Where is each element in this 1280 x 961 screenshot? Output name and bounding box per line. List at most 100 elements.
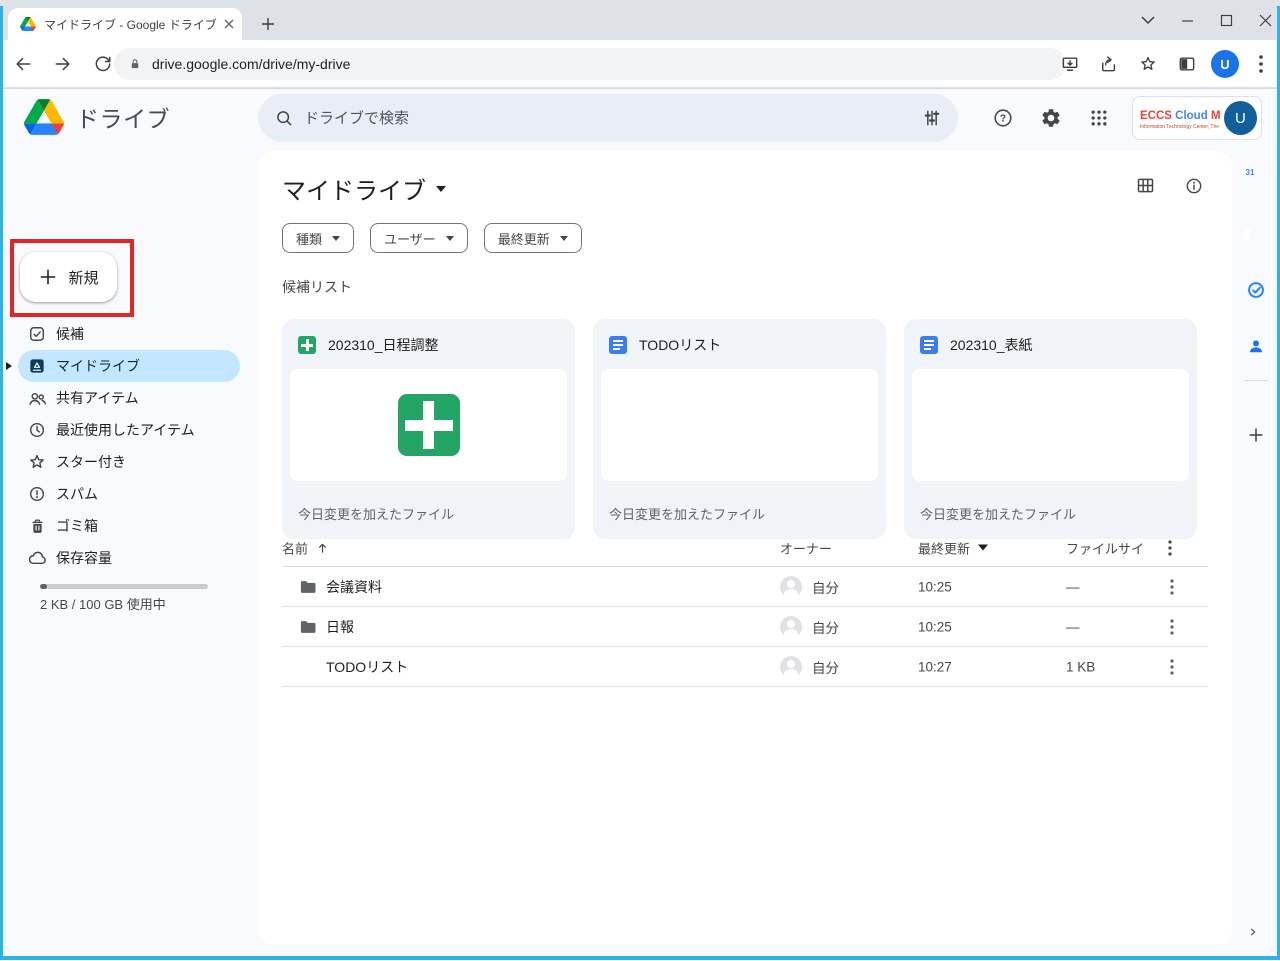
chevron-down-icon: [332, 236, 340, 241]
google-contacts-icon[interactable]: [1246, 336, 1266, 356]
get-addons-plus-icon[interactable]: [1246, 425, 1266, 445]
google-calendar-icon[interactable]: 31: [1246, 168, 1266, 188]
column-header-owner[interactable]: オーナー: [780, 538, 832, 557]
browser-titlebar: マイドライブ - Google ドライブ: [0, 0, 1280, 40]
suggestion-card[interactable]: TODOリスト 今日変更を加えたファイル: [593, 319, 886, 539]
my-drive-icon: [26, 355, 48, 377]
drive-favicon-icon: [20, 17, 36, 31]
search-input[interactable]: [304, 110, 912, 127]
rail-divider: [1244, 380, 1268, 381]
docs-file-icon: [609, 336, 627, 354]
table-options-kebab-icon[interactable]: [1168, 540, 1172, 556]
sort-direction-icon: [978, 545, 988, 551]
owner-avatar: [780, 656, 802, 678]
sidebar-item-shared[interactable]: 共有アイテム: [18, 382, 240, 414]
suggestion-card[interactable]: 202310_日程調整 今日変更を加えたファイル: [282, 319, 575, 539]
drive-search-bar[interactable]: [258, 94, 958, 142]
storage-progress-fill: [40, 584, 47, 589]
help-icon[interactable]: ?: [989, 104, 1017, 132]
sidebar-item-suggestions[interactable]: 候補: [18, 318, 240, 350]
tab-search-icon[interactable]: [1141, 16, 1155, 25]
page-title: マイドライブ: [282, 171, 426, 206]
sidebar-item-recent[interactable]: 最近使用したアイテム: [18, 414, 240, 446]
modified-time: 10:25: [918, 619, 952, 634]
hide-side-panel-chevron-icon[interactable]: [1245, 924, 1261, 940]
google-apps-grid-icon[interactable]: [1085, 104, 1113, 132]
back-button[interactable]: [8, 49, 38, 79]
owner-name: 自分: [812, 657, 839, 677]
sidebar-item-starred[interactable]: スター付き: [18, 446, 240, 478]
search-icon: [274, 108, 294, 128]
google-keep-icon[interactable]: [1246, 224, 1266, 244]
file-preview: [601, 369, 878, 481]
storage-progress-bar: [40, 584, 208, 589]
sort-ascending-icon: [316, 541, 329, 554]
window-maximize-button[interactable]: [1220, 14, 1233, 27]
sidebar-item-storage[interactable]: 保存容量: [18, 542, 240, 574]
side-panel-icon[interactable]: [1172, 49, 1202, 79]
url-bar[interactable]: drive.google.com/drive/my-drive: [114, 48, 1066, 80]
table-row[interactable]: 日報 自分 10:25 —: [282, 607, 1208, 647]
page-title-dropdown[interactable]: マイドライブ: [282, 171, 446, 206]
filter-chip-modified[interactable]: 最終更新: [484, 223, 582, 253]
owner-avatar: [780, 576, 802, 598]
svg-text:?: ?: [1000, 114, 1006, 125]
table-row[interactable]: TODOリスト 自分 10:27 1 KB: [282, 647, 1208, 687]
url-text: drive.google.com/drive/my-drive: [152, 56, 350, 72]
clock-icon: [26, 419, 48, 441]
browser-profile-avatar[interactable]: U: [1211, 50, 1239, 78]
column-header-modified[interactable]: 最終更新: [918, 538, 988, 557]
new-button-label: 新規: [68, 267, 98, 288]
search-options-tune-icon[interactable]: [922, 108, 942, 128]
title-dropdown-arrow-icon: [436, 186, 446, 192]
filter-chip-people[interactable]: ユーザー: [370, 223, 468, 253]
new-tab-button[interactable]: [252, 8, 284, 40]
browser-tab[interactable]: マイドライブ - Google ドライブ: [8, 8, 242, 40]
browser-toolbar: drive.google.com/drive/my-drive U: [0, 40, 1280, 88]
suggestion-card[interactable]: 202310_表紙 今日変更を加えたファイル: [904, 319, 1197, 539]
chevron-down-icon: [446, 236, 454, 241]
row-kebab-icon[interactable]: [1170, 579, 1174, 595]
tab-close-icon[interactable]: [224, 19, 234, 29]
tab-title: マイドライブ - Google ドライブ: [44, 16, 224, 33]
install-app-icon[interactable]: [1055, 49, 1085, 79]
browser-menu-kebab-icon[interactable]: [1248, 49, 1274, 79]
drive-logo-area[interactable]: ドライブ: [24, 99, 170, 135]
folder-icon: [298, 577, 318, 597]
settings-gear-icon[interactable]: [1037, 104, 1065, 132]
bookmark-star-icon[interactable]: [1133, 49, 1163, 79]
column-header-name[interactable]: 名前: [282, 538, 329, 557]
new-button[interactable]: 新規: [20, 252, 117, 302]
forward-button[interactable]: [48, 49, 78, 79]
sidebar-item-spam[interactable]: スパム: [18, 478, 240, 510]
filter-chip-type[interactable]: 種類: [282, 223, 354, 253]
file-preview: [290, 369, 567, 481]
trash-icon: [26, 515, 48, 537]
column-header-size[interactable]: ファイルサイ: [1066, 538, 1144, 557]
modified-time: 10:27: [918, 659, 952, 674]
sidebar-item-trash[interactable]: ゴミ箱: [18, 510, 240, 542]
grid-view-toggle-icon[interactable]: [1135, 175, 1156, 196]
chevron-down-icon: [560, 236, 568, 241]
expand-arrow-icon[interactable]: [6, 362, 12, 370]
star-icon: [26, 451, 48, 473]
window-minimize-button[interactable]: [1181, 14, 1194, 27]
file-table: 名前 オーナー 最終更新 ファイルサイ 会議資料: [282, 529, 1208, 687]
row-kebab-icon[interactable]: [1170, 659, 1174, 675]
account-badge-logo: ECCS Cloud Mail Information Technology C…: [1140, 106, 1220, 130]
lock-icon: [128, 56, 142, 72]
checkbox-check-icon: [26, 323, 48, 345]
modified-time: 10:25: [918, 579, 952, 594]
table-row[interactable]: 会議資料 自分 10:25 —: [282, 567, 1208, 607]
row-kebab-icon[interactable]: [1170, 619, 1174, 635]
owner-avatar: [780, 616, 802, 638]
sidebar-nav: 候補 マイドライブ 共有アイテム 最近使用したアイテム スター付き: [0, 318, 250, 574]
drive-logo-icon: [24, 99, 64, 135]
google-tasks-icon[interactable]: [1246, 280, 1266, 300]
info-details-icon[interactable]: [1184, 176, 1204, 196]
window-close-button[interactable]: [1259, 14, 1272, 27]
drive-app-name: ドライブ: [76, 100, 170, 134]
sidebar-item-my-drive[interactable]: マイドライブ: [18, 350, 240, 382]
account-badge-subtitle: Information Technology Center, The Unive…: [1140, 124, 1220, 130]
share-icon[interactable]: [1094, 49, 1124, 79]
